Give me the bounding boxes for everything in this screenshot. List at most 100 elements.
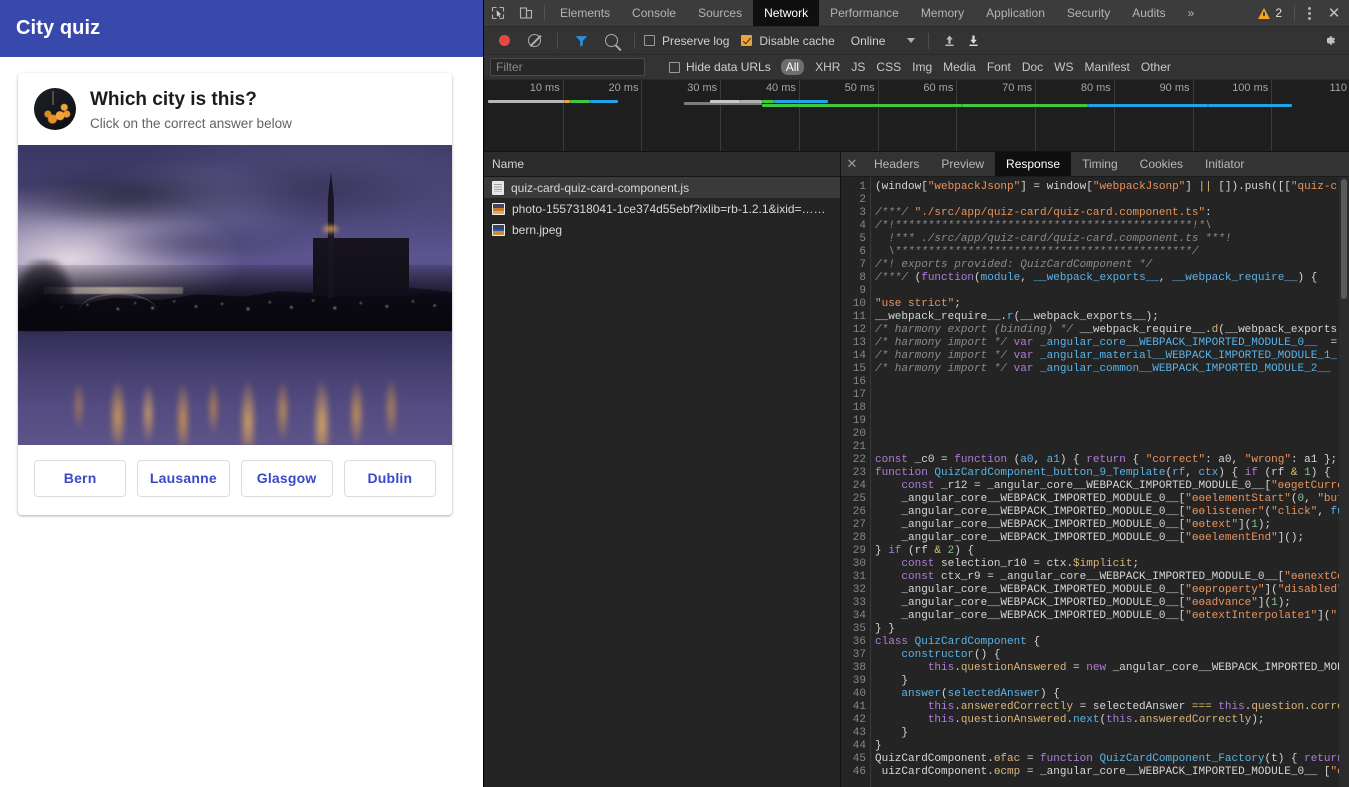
close-devtools-icon[interactable]: ✕: [1319, 0, 1349, 26]
code-token: \***************************************…: [875, 246, 1198, 258]
app-pane: City quiz Which city is this? Click on t…: [0, 0, 483, 787]
code-token: "ɵɵelementEnd": [1185, 532, 1277, 544]
throttling-select[interactable]: Online: [847, 34, 920, 48]
record-button[interactable]: [490, 35, 518, 46]
tab-elements[interactable]: Elements: [549, 0, 621, 26]
code-token: [875, 662, 928, 674]
code-token: _angular_material__WEBPACK_IMPORTED_MODU…: [1040, 350, 1337, 362]
filter-type-img[interactable]: Img: [912, 60, 932, 74]
request-row-3[interactable]: bern.jpeg: [484, 219, 840, 240]
tab-security[interactable]: Security: [1056, 0, 1121, 26]
code-token: .: [1304, 701, 1311, 713]
detail-tab-preview[interactable]: Preview: [930, 152, 995, 176]
answer-button-3[interactable]: Glasgow: [241, 460, 333, 497]
detail-tab-cookies[interactable]: Cookies: [1129, 152, 1194, 176]
code-line-number: 1: [841, 181, 870, 194]
overview-tick-label: 90 ms: [1160, 82, 1190, 94]
request-row-2[interactable]: photo-1557318041-1ce374d55ebf?ixlib=rb-1…: [484, 198, 840, 219]
tab-memory[interactable]: Memory: [910, 0, 975, 26]
hide-data-urls-checkbox[interactable]: [669, 62, 680, 73]
photo-cloud: [205, 151, 444, 226]
code-line-number: 25: [841, 493, 870, 506]
request-row-1[interactable]: quiz-card-quiz-card-component.js: [484, 177, 840, 198]
filter-type-doc[interactable]: Doc: [1022, 60, 1043, 74]
answer-button-4[interactable]: Dublin: [344, 460, 436, 497]
import-har-button[interactable]: [938, 34, 960, 47]
overview-tick-label: 80 ms: [1081, 82, 1111, 94]
disable-cache-checkbox[interactable]: [741, 35, 752, 46]
request-list-header[interactable]: Name: [484, 152, 840, 177]
filter-type-ws[interactable]: WS: [1054, 60, 1073, 74]
filter-type-css[interactable]: CSS: [876, 60, 901, 74]
overview-bar-download-3: [762, 104, 962, 107]
code-token: /* harmony import */: [875, 337, 1014, 349]
filter-type-font[interactable]: Font: [987, 60, 1011, 74]
disable-cache-label[interactable]: Disable cache: [759, 34, 834, 48]
code-line: }: [875, 740, 1349, 753]
filter-type-manifest[interactable]: Manifest: [1085, 60, 1130, 74]
request-name-1: quiz-card-quiz-card-component.js: [511, 181, 689, 195]
code-token: (__webpack_exports: [1218, 324, 1337, 336]
clear-icon: [528, 34, 541, 47]
code-token: {: [1027, 636, 1040, 648]
filter-type-other[interactable]: Other: [1141, 60, 1171, 74]
network-toolbar: Preserve log Disable cache Online: [484, 27, 1349, 55]
code-token: a1: [1047, 454, 1060, 466]
code-line: /*!*************************************…: [875, 220, 1349, 233]
code-line-number: 41: [841, 701, 870, 714]
code-line: QuizCardComponent.ɵfac = function QuizCa…: [875, 753, 1349, 766]
clear-button[interactable]: [520, 34, 548, 47]
code-line: _angular_core__WEBPACK_IMPORTED_MODULE_0…: [875, 519, 1349, 532]
preserve-log-label[interactable]: Preserve log: [662, 34, 729, 48]
detail-tab-headers[interactable]: Headers: [863, 152, 930, 176]
detail-tab-initiator[interactable]: Initiator: [1194, 152, 1255, 176]
tab-sources[interactable]: Sources: [687, 0, 753, 26]
filter-type-js[interactable]: JS: [851, 60, 865, 74]
filter-type-media[interactable]: Media: [943, 60, 976, 74]
devtools-menu-icon[interactable]: [1299, 0, 1319, 26]
filter-type-xhr[interactable]: XHR: [815, 60, 840, 74]
network-settings-button[interactable]: [1315, 33, 1343, 48]
filter-type-all[interactable]: All: [781, 59, 804, 75]
preserve-log-checkbox[interactable]: [644, 35, 655, 46]
filter-input[interactable]: [490, 58, 645, 76]
overview-tick-label: 60 ms: [923, 82, 953, 94]
code-scrollbar-vertical[interactable]: [1339, 177, 1349, 787]
code-line: "use strict";: [875, 298, 1349, 311]
tab-performance[interactable]: Performance: [819, 0, 910, 26]
network-overview[interactable]: 10 ms20 ms30 ms40 ms50 ms60 ms70 ms80 ms…: [484, 80, 1349, 152]
answer-button-1[interactable]: Bern: [34, 460, 126, 497]
script-icon: [492, 181, 504, 195]
search-button[interactable]: [597, 34, 625, 47]
code-token: 1: [1251, 519, 1258, 531]
filter-button[interactable]: [567, 35, 595, 47]
code-token: _angular_common__WEBPACK_IMPORTED_MODULE…: [1040, 363, 1330, 375]
more-tabs-button[interactable]: »: [1177, 0, 1206, 26]
code-token: this: [1218, 701, 1244, 713]
code-line: [875, 428, 1349, 441]
response-body-viewer[interactable]: 1234567891011121314151617181920212223242…: [841, 177, 1349, 787]
code-token: const: [901, 558, 934, 570]
tab-application[interactable]: Application: [975, 0, 1056, 26]
detail-tab-response[interactable]: Response: [995, 152, 1071, 176]
inspect-element-icon[interactable]: [484, 0, 512, 26]
code-line-number: 42: [841, 714, 870, 727]
overview-tick: 30 ms: [720, 80, 721, 151]
hide-data-urls-toggle[interactable]: Hide data URLs: [669, 60, 771, 74]
answer-button-2[interactable]: Lausanne: [137, 460, 229, 497]
warning-badge[interactable]: 2: [1250, 0, 1290, 26]
detail-close-icon[interactable]: ✕: [841, 152, 863, 176]
toggle-device-toolbar-icon[interactable]: [512, 0, 540, 26]
code-token: function: [921, 272, 974, 284]
tab-audits[interactable]: Audits: [1121, 0, 1176, 26]
code-line: }: [875, 675, 1349, 688]
code-token: ) {: [1060, 454, 1086, 466]
tab-network[interactable]: Network: [753, 0, 819, 26]
tab-console[interactable]: Console: [621, 0, 687, 26]
export-har-button[interactable]: [962, 34, 984, 47]
code-content[interactable]: (window["webpackJsonp"] = window["webpac…: [871, 177, 1349, 787]
image-icon: [492, 203, 505, 215]
detail-tab-timing[interactable]: Timing: [1071, 152, 1129, 176]
overview-bar-wait: [488, 100, 564, 103]
code-token: if: [888, 545, 901, 557]
